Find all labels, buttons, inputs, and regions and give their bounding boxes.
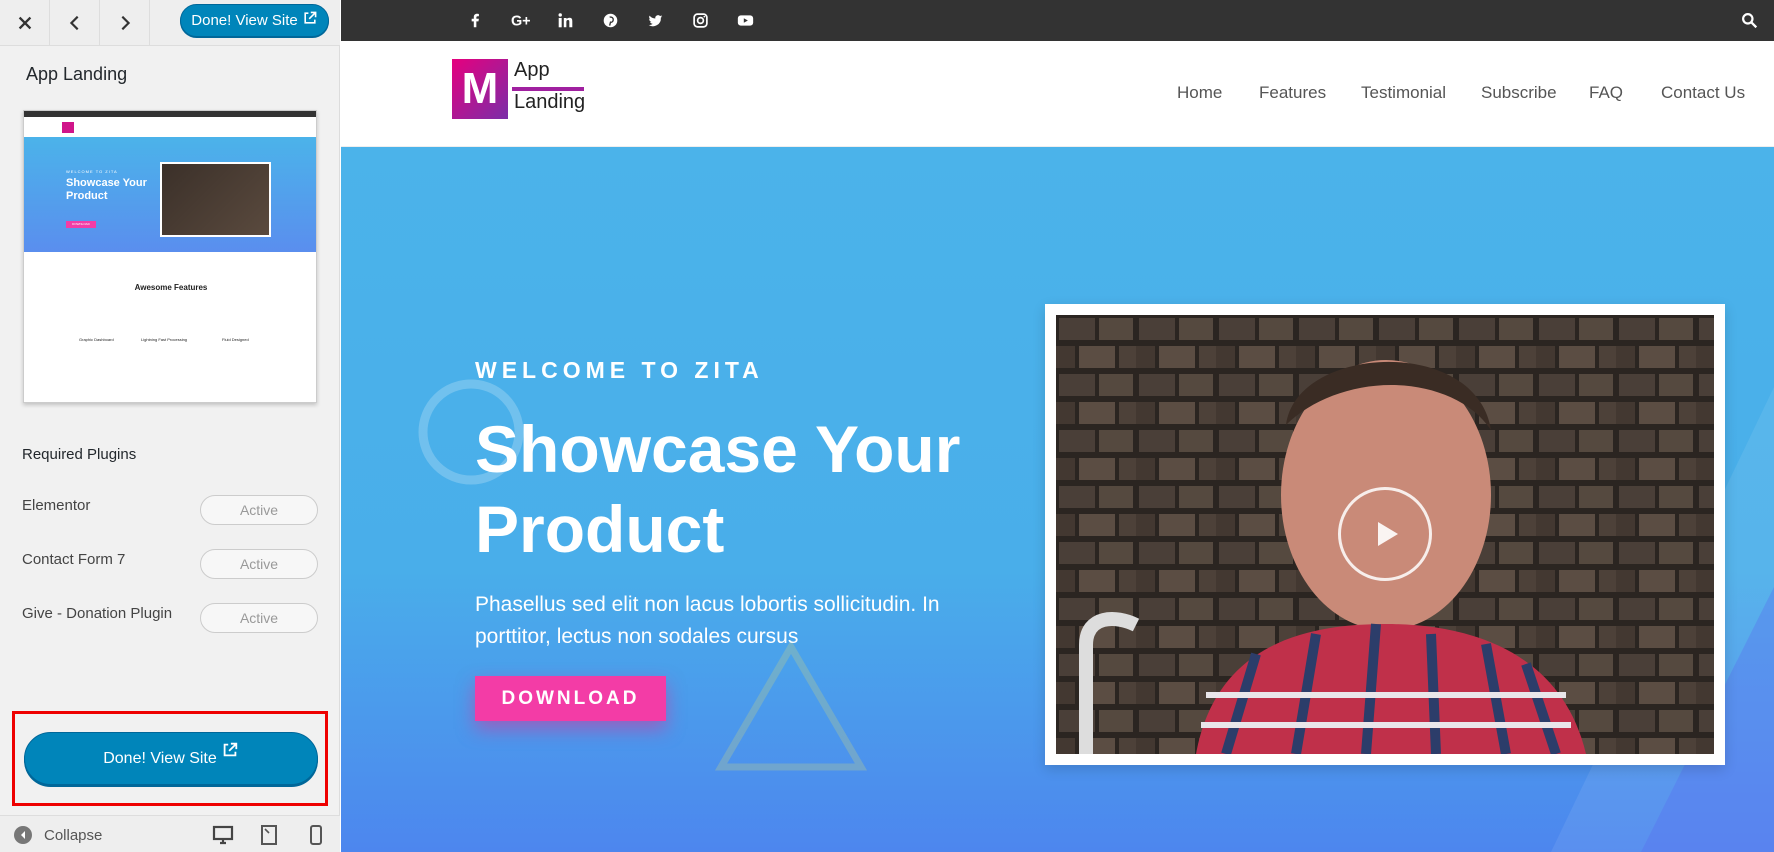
- tablet-icon: [261, 825, 277, 845]
- close-button[interactable]: [0, 0, 50, 46]
- google-plus-icon[interactable]: G+: [509, 10, 535, 30]
- plugin-status-badge[interactable]: Active: [200, 549, 318, 579]
- done-big-label: Done! View Site: [103, 749, 217, 767]
- theme-thumbnail: WELCOME TO ZITA Showcase Your Product DO…: [23, 110, 317, 403]
- thumb-button: DOWNLOAD: [66, 221, 96, 228]
- thumb-feature-3: Fluid Designed: [222, 337, 249, 342]
- play-video-button[interactable]: [1338, 487, 1432, 581]
- site-header: M App Landing Home Features Testimonial …: [341, 41, 1774, 147]
- previous-button[interactable]: [50, 0, 100, 46]
- hero-video-frame: [1045, 304, 1725, 765]
- hero-section: WELCOME TO ZITA Showcase Your Product Ph…: [341, 147, 1774, 852]
- plugin-row-elementor: Elementor Active: [22, 495, 318, 525]
- customizer-footer: Collapse: [0, 815, 340, 852]
- external-link-icon: [223, 742, 237, 756]
- youtube-icon[interactable]: [735, 10, 755, 30]
- logo-line-2: Landing: [514, 91, 586, 113]
- done-top-label: Done! View Site: [191, 12, 298, 29]
- mobile-icon: [310, 825, 322, 845]
- twitter-icon[interactable]: [645, 10, 665, 30]
- plugin-row-contact-form-7: Contact Form 7 Active: [22, 549, 318, 579]
- linkedin-icon[interactable]: [555, 10, 575, 30]
- required-plugins-title: Required Plugins: [22, 446, 137, 463]
- download-button[interactable]: DOWNLOAD: [475, 676, 666, 721]
- nav-faq[interactable]: FAQ: [1589, 83, 1623, 103]
- thumb-kicker: WELCOME TO ZITA: [66, 169, 118, 174]
- pinterest-icon[interactable]: [600, 10, 620, 30]
- external-link-icon: [304, 11, 317, 24]
- done-view-site-top-button[interactable]: Done! View Site: [180, 4, 329, 37]
- chevron-left-icon: [69, 15, 78, 31]
- hero-subtitle: Phasellus sed elit non lacus lobortis so…: [475, 593, 940, 648]
- hero-decor-triangle: [714, 640, 868, 771]
- close-icon: [18, 16, 31, 30]
- nav-features[interactable]: Features: [1259, 83, 1326, 103]
- instagram-icon[interactable]: [690, 10, 710, 30]
- svg-text:G+: G+: [511, 13, 531, 28]
- collapse-button[interactable]: Collapse: [14, 826, 102, 844]
- plugin-name: Give - Donation Plugin: [22, 605, 173, 622]
- plugin-name: Contact Form 7: [22, 551, 126, 568]
- plugin-status-badge[interactable]: Active: [200, 495, 318, 525]
- plugin-name: Elementor: [22, 497, 91, 514]
- thumb-feature-1: Graphic Dashboard: [79, 337, 114, 342]
- plugin-row-give-donation: Give - Donation Plugin Active: [22, 603, 318, 633]
- thumb-heading: Showcase Your Product: [66, 177, 147, 202]
- site-preview: G+ M App Landing Home Features Testimoni…: [341, 0, 1774, 852]
- nav-home[interactable]: Home: [1177, 83, 1222, 103]
- site-logo[interactable]: M App Landing: [452, 59, 587, 119]
- customizer-sidebar: Done! View Site App Landing WELCOME TO Z…: [0, 0, 340, 852]
- tablet-preview-button[interactable]: [258, 824, 280, 846]
- thumb-feature-2: Lightning Fast Processing: [141, 337, 188, 342]
- hero-kicker: WELCOME TO ZITA: [475, 357, 764, 383]
- next-button[interactable]: [100, 0, 150, 46]
- nav-testimonial[interactable]: Testimonial: [1361, 83, 1446, 103]
- highlight-box: Done! View Site: [12, 711, 328, 806]
- desktop-preview-button[interactable]: [212, 824, 234, 846]
- nav-contact-us[interactable]: Contact Us: [1661, 83, 1745, 103]
- collapse-label: Collapse: [44, 826, 103, 844]
- social-topbar: G+: [341, 0, 1774, 41]
- logo-line-1: App: [514, 59, 550, 81]
- desktop-icon: [212, 825, 234, 845]
- mobile-preview-button[interactable]: [305, 824, 327, 846]
- play-icon: [1378, 522, 1398, 546]
- collapse-arrow-icon: [14, 826, 32, 844]
- thumb-features-title: Awesome Features: [134, 283, 208, 292]
- chevron-right-icon: [121, 15, 130, 31]
- logo-letter: M: [452, 59, 508, 119]
- plugin-status-badge[interactable]: Active: [200, 603, 318, 633]
- facebook-icon[interactable]: [465, 10, 485, 30]
- hero-heading: Showcase Your Product: [475, 412, 961, 566]
- theme-title: App Landing: [26, 64, 128, 84]
- search-icon[interactable]: [1739, 10, 1759, 30]
- hero-photo: [1056, 315, 1714, 754]
- nav-subscribe[interactable]: Subscribe: [1481, 83, 1557, 103]
- done-view-site-button[interactable]: Done! View Site: [24, 732, 318, 785]
